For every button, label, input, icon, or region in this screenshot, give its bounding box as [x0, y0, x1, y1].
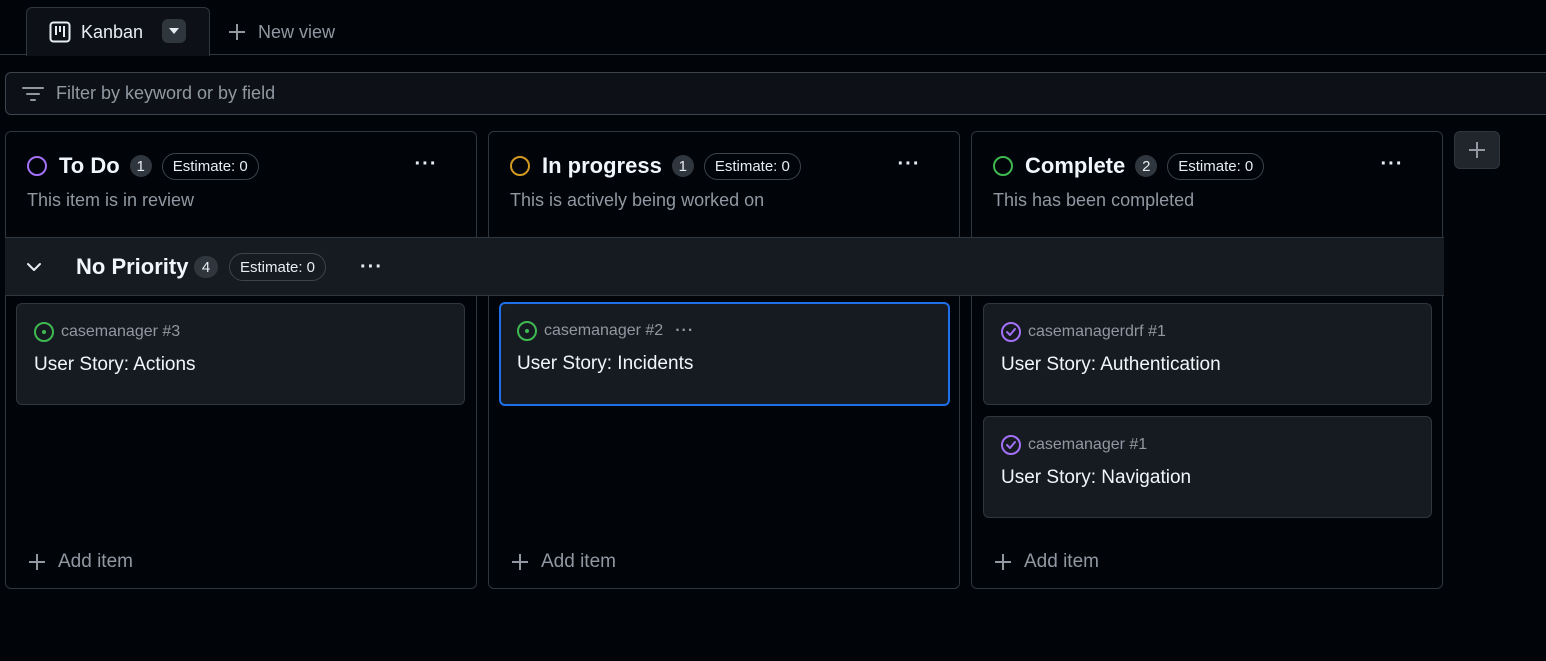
tab-label: Kanban	[81, 21, 144, 42]
add-item-label: Add item	[1024, 551, 1099, 572]
column-count: 2	[1135, 155, 1158, 177]
card-item[interactable]: casemanagerdrf #1 User Story: Authentica…	[983, 303, 1432, 405]
column-count: 1	[129, 155, 152, 177]
column-description: This is actively being worked on	[510, 190, 765, 210]
card-item[interactable]: casemanager #3 User Story: Actions	[16, 303, 465, 405]
issue-closed-icon	[1001, 322, 1021, 342]
group-estimate: Estimate: 0	[229, 253, 327, 281]
card-title[interactable]: User Story: Incidents	[517, 353, 693, 375]
column-menu-button[interactable]: ···	[895, 153, 923, 175]
column-header: To Do 1 Estimate: 0 ··· This item is in …	[6, 132, 476, 238]
column-estimate: Estimate: 0	[161, 152, 259, 180]
column-menu-button[interactable]: ···	[412, 153, 440, 175]
add-column-button[interactable]	[1454, 131, 1500, 169]
tab-options-button[interactable]	[162, 19, 186, 43]
card-title[interactable]: User Story: Authentication	[1001, 354, 1221, 376]
card-item[interactable]: casemanager #1 User Story: Navigation	[983, 416, 1432, 518]
kanban-icon	[49, 21, 71, 43]
status-circle-icon	[510, 156, 530, 176]
card-item-selected[interactable]: casemanager #2 ··· User Story: Incidents	[499, 302, 950, 406]
caret-down-icon	[169, 28, 179, 34]
issue-open-icon	[34, 322, 54, 342]
column-estimate: Estimate: 0	[1167, 152, 1265, 180]
column-menu-button[interactable]: ···	[1378, 153, 1406, 175]
filter-input[interactable]: Filter by keyword or by field	[5, 72, 1546, 115]
plus-icon	[29, 554, 45, 570]
column-title: To Do	[59, 153, 120, 178]
status-circle-icon	[993, 156, 1013, 176]
issue-closed-icon	[1001, 435, 1021, 455]
group-count: 4	[194, 256, 218, 278]
new-view-button[interactable]: New view	[228, 17, 335, 47]
card-repo[interactable]: casemanager #3	[61, 323, 180, 341]
column-estimate: Estimate: 0	[703, 152, 801, 180]
card-repo[interactable]: casemanager #2	[544, 322, 663, 340]
status-circle-icon	[27, 156, 47, 176]
card-title[interactable]: User Story: Actions	[34, 354, 196, 376]
plus-icon	[229, 24, 245, 40]
filter-icon	[22, 86, 44, 101]
card-title[interactable]: User Story: Navigation	[1001, 467, 1191, 489]
column-header: In progress 1 Estimate: 0 ··· This is ac…	[489, 132, 959, 238]
column-description: This has been completed	[993, 190, 1195, 210]
issue-open-icon	[517, 321, 537, 341]
card-menu-button[interactable]: ···	[675, 322, 694, 340]
add-item-label: Add item	[58, 551, 133, 572]
column-description: This item is in review	[27, 190, 195, 210]
add-item-button[interactable]: Add item	[511, 550, 616, 574]
add-item-label: Add item	[541, 551, 616, 572]
group-title: No Priority	[76, 254, 189, 279]
column-title: In progress	[542, 153, 662, 178]
chevron-down-icon[interactable]	[25, 258, 43, 276]
group-header: No Priority 4 Estimate: 0 ···	[5, 237, 1444, 296]
plus-icon	[995, 554, 1011, 570]
plus-icon	[512, 554, 528, 570]
column-title: Complete	[1025, 153, 1126, 178]
tab-kanban[interactable]: Kanban	[26, 7, 210, 56]
card-repo[interactable]: casemanagerdrf #1	[1028, 323, 1166, 341]
column-header: Complete 2 Estimate: 0 ··· This has been…	[972, 132, 1442, 238]
filter-placeholder: Filter by keyword or by field	[56, 83, 276, 103]
new-view-label: New view	[258, 21, 336, 42]
column-count: 1	[671, 155, 694, 177]
add-item-button[interactable]: Add item	[28, 550, 133, 574]
card-repo[interactable]: casemanager #1	[1028, 436, 1147, 454]
group-menu-button[interactable]: ···	[360, 256, 383, 279]
add-item-button[interactable]: Add item	[994, 550, 1099, 574]
view-tab-bar: Kanban New view	[0, 0, 1546, 56]
plus-icon	[1469, 142, 1485, 158]
